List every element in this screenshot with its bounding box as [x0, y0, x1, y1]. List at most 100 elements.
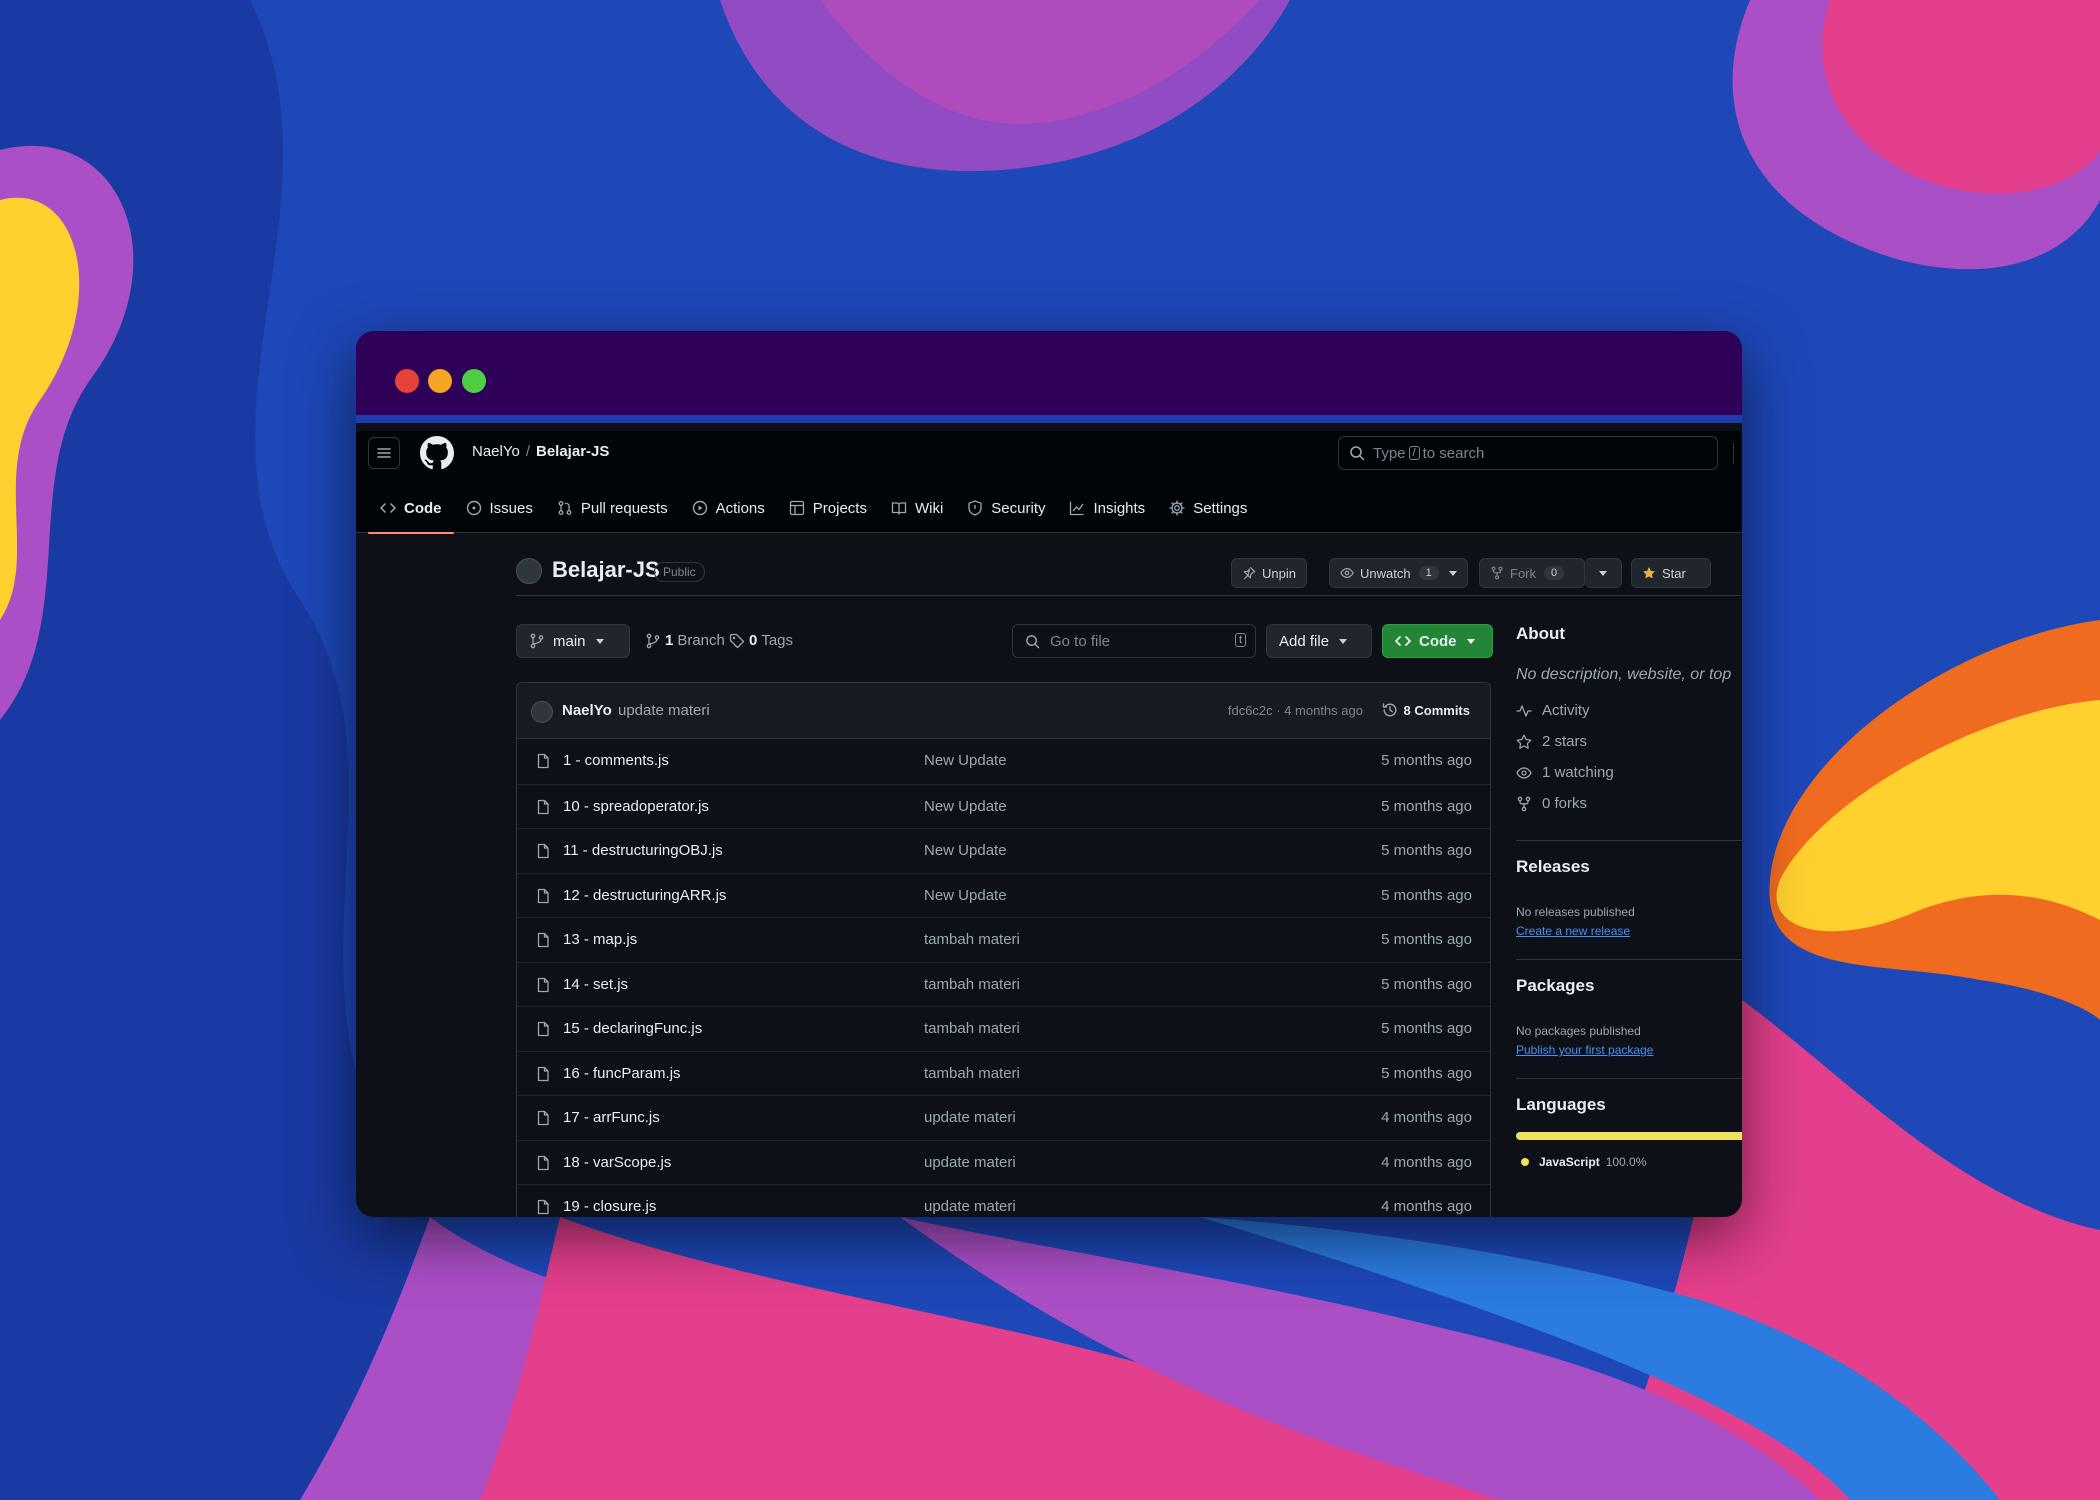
- file-commit-message[interactable]: update materi: [924, 1109, 1016, 1126]
- file-name[interactable]: 14 - set.js: [563, 976, 628, 993]
- file-name[interactable]: 19 - closure.js: [563, 1198, 656, 1215]
- tab-security[interactable]: Security: [955, 483, 1057, 533]
- unwatch-button[interactable]: Unwatch 1: [1329, 558, 1468, 588]
- file-icon: [537, 799, 549, 814]
- file-name[interactable]: 13 - map.js: [563, 931, 637, 948]
- star-button[interactable]: Star: [1631, 558, 1711, 588]
- repo-title[interactable]: Belajar-JS: [552, 557, 660, 583]
- file-row[interactable]: 15 - declaringFunc.js tambah materi 5 mont…: [517, 1006, 1490, 1051]
- file-name[interactable]: 17 - arrFunc.js: [563, 1109, 660, 1126]
- file-commit-message[interactable]: New Update: [924, 752, 1007, 769]
- create-release-link[interactable]: Create a new release: [1516, 924, 1630, 938]
- tab-insights[interactable]: Insights: [1057, 483, 1157, 533]
- star-icon: [1516, 734, 1532, 749]
- file-icon: [537, 977, 549, 992]
- file-name[interactable]: 18 - varScope.js: [563, 1154, 671, 1171]
- file-name[interactable]: 12 - destructuringARR.js: [563, 887, 726, 904]
- branches-link[interactable]: 1 Branch: [645, 632, 725, 649]
- search-input[interactable]: Type / to search: [1338, 436, 1718, 470]
- tab-actions[interactable]: Actions: [680, 483, 777, 533]
- forks-link[interactable]: 0 forks: [1516, 795, 1587, 812]
- language-item[interactable]: JavaScript 100.0%: [1521, 1155, 1646, 1169]
- file-name[interactable]: 10 - spreadoperator.js: [563, 798, 709, 815]
- file-row[interactable]: 11 - destructuringOBJ.js New Update 5 mont…: [517, 828, 1490, 873]
- publish-package-link[interactable]: Publish your first package: [1516, 1043, 1653, 1057]
- add-file-button[interactable]: Add file: [1266, 624, 1372, 658]
- search-placeholder-post: to search: [1422, 444, 1485, 462]
- file-row[interactable]: 14 - set.js tambah materi 5 months ago: [517, 961, 1490, 1007]
- branch-selector[interactable]: main: [516, 624, 630, 658]
- go-to-file-input[interactable]: Go to file t: [1012, 624, 1256, 658]
- tab-code[interactable]: Code: [368, 483, 454, 534]
- file-row[interactable]: 17 - arrFunc.js update materi 4 months ago: [517, 1095, 1490, 1140]
- commit-author-avatar[interactable]: [531, 701, 553, 723]
- activity-link[interactable]: Activity: [1516, 702, 1590, 719]
- hamburger-icon: [377, 448, 391, 458]
- menu-button[interactable]: [368, 437, 400, 469]
- tab-settings[interactable]: Settings: [1157, 483, 1259, 533]
- github-logo-icon[interactable]: [420, 436, 454, 470]
- maximize-window-button[interactable]: [462, 369, 486, 393]
- commits-link[interactable]: 8 Commits: [1382, 702, 1470, 718]
- tab-label: Settings: [1193, 499, 1248, 517]
- commit-meta[interactable]: fdc6c2c · 4 months ago: [1228, 703, 1363, 718]
- tab-projects[interactable]: Projects: [777, 483, 879, 533]
- file-name[interactable]: 16 - funcParam.js: [563, 1065, 681, 1082]
- code-dropdown-button[interactable]: Code: [1382, 624, 1493, 658]
- file-commit-message[interactable]: update materi: [924, 1154, 1016, 1171]
- minimize-window-button[interactable]: [428, 369, 452, 393]
- file-commit-message[interactable]: update materi: [924, 1198, 1016, 1215]
- stars-link[interactable]: 2 stars: [1516, 733, 1587, 750]
- fork-icon: [1491, 566, 1503, 580]
- packages-heading[interactable]: Packages: [1516, 976, 1594, 996]
- tab-pull-requests[interactable]: Pull requests: [545, 483, 680, 533]
- play-icon: [692, 500, 707, 516]
- file-row[interactable]: 1 - comments.js New Update 5 months ago: [517, 739, 1490, 784]
- file-row[interactable]: 16 - funcParam.js tambah materi 5 months a…: [517, 1050, 1490, 1096]
- file-row[interactable]: 13 - map.js tambah materi 5 months ago: [517, 917, 1490, 962]
- language-name: JavaScript: [1539, 1155, 1600, 1169]
- close-window-button[interactable]: [395, 369, 419, 393]
- file-date: 4 months ago: [1381, 1153, 1472, 1171]
- file-row[interactable]: 19 - closure.js update materi 4 months ago: [517, 1184, 1490, 1217]
- unwatch-label: Unwatch: [1360, 565, 1411, 581]
- file-row[interactable]: 18 - varScope.js update materi 4 months ag…: [517, 1139, 1490, 1185]
- file-row[interactable]: 10 - spreadoperator.js New Update 5 months…: [517, 783, 1490, 829]
- file-row[interactable]: 12 - destructuringARR.js New Update 5 mont…: [517, 872, 1490, 918]
- watching-link[interactable]: 1 watching: [1516, 764, 1614, 781]
- file-name[interactable]: 11 - destructuringOBJ.js: [563, 842, 723, 859]
- fork-dropdown-button[interactable]: [1585, 558, 1622, 588]
- search-shortcut-key: /: [1408, 446, 1420, 460]
- tab-wiki[interactable]: Wiki: [879, 483, 955, 533]
- file-rows: 1 - comments.js New Update 5 months ago 10 …: [517, 739, 1490, 1217]
- file-date: 4 months ago: [1381, 1198, 1472, 1215]
- file-date: 5 months ago: [1381, 975, 1472, 993]
- file-commit-message[interactable]: New Update: [924, 842, 1007, 859]
- repo-link[interactable]: Belajar-JS: [536, 443, 609, 460]
- file-icon: [537, 753, 549, 769]
- releases-heading[interactable]: Releases: [1516, 857, 1590, 877]
- unpin-button[interactable]: Unpin: [1231, 558, 1307, 588]
- fork-button[interactable]: Fork 0: [1479, 558, 1585, 588]
- file-commit-message[interactable]: tambah materi: [924, 1020, 1020, 1037]
- file-commit-message[interactable]: tambah materi: [924, 1065, 1020, 1082]
- file-icon: [537, 888, 549, 903]
- file-commit-message[interactable]: New Update: [924, 798, 1007, 815]
- owner-avatar[interactable]: [516, 558, 542, 584]
- chevron-down-icon: [1599, 570, 1607, 576]
- forks-label: 0 forks: [1542, 795, 1588, 812]
- file-name[interactable]: 15 - declaringFunc.js: [563, 1020, 702, 1037]
- file-commit-message[interactable]: tambah materi: [924, 931, 1020, 948]
- fork-count-badge: 0: [1544, 566, 1565, 580]
- tab-issues[interactable]: Issues: [454, 483, 545, 533]
- table-icon: [789, 500, 804, 516]
- commit-message[interactable]: update materi: [618, 702, 710, 719]
- file-commit-message[interactable]: New Update: [924, 887, 1007, 904]
- file-name[interactable]: 1 - comments.js: [563, 752, 669, 769]
- tags-link[interactable]: 0 Tags: [729, 632, 793, 649]
- commit-author[interactable]: NaelYo: [562, 702, 612, 719]
- owner-link[interactable]: NaelYo: [472, 443, 520, 460]
- file-icon: [537, 1155, 549, 1170]
- latest-commit-bar: NaelYo update materi fdc6c2c · 4 months …: [517, 683, 1490, 739]
- file-commit-message[interactable]: tambah materi: [924, 976, 1020, 993]
